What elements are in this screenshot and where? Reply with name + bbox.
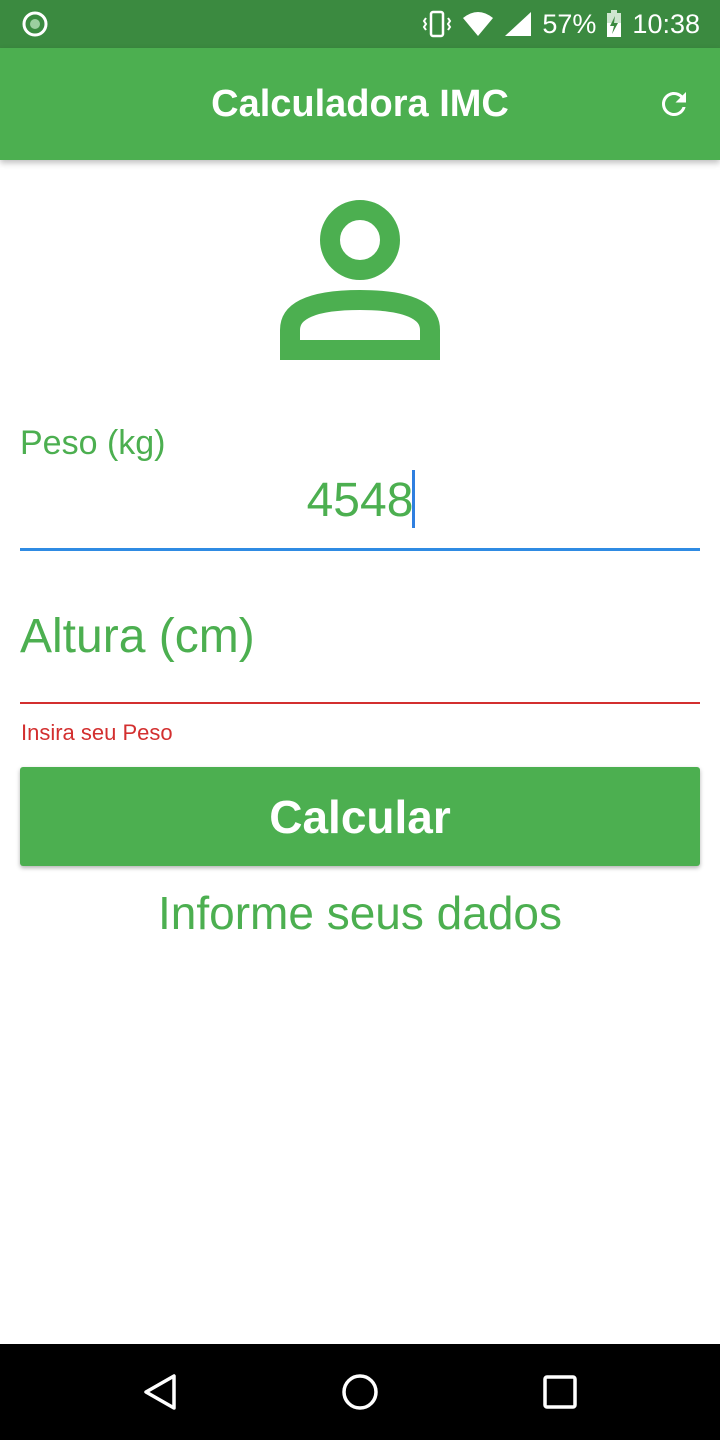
status-icons: 57% 10:38 (422, 0, 700, 48)
weight-label: Peso (kg) (20, 424, 166, 462)
wifi-icon (462, 11, 494, 37)
text-cursor (412, 470, 415, 528)
vibrate-icon (422, 10, 452, 38)
calculate-button[interactable]: Calcular (20, 767, 700, 866)
notification-icon (22, 11, 48, 37)
height-error-text: Insira seu Peso (21, 720, 173, 745)
system-navigation-bar (0, 1344, 720, 1440)
height-underline (20, 702, 700, 704)
app-title: Calculadora IMC (211, 82, 509, 125)
recents-icon[interactable] (540, 1372, 580, 1412)
weight-underline (20, 548, 700, 551)
status-bar: 57% 10:38 (0, 0, 720, 48)
refresh-icon (656, 86, 692, 122)
result-info-text: Informe seus dados (157, 887, 562, 939)
weight-input[interactable] (20, 462, 700, 538)
battery-percent: 57% (542, 8, 597, 39)
app-bar: Calculadora IMC (0, 48, 720, 160)
battery-icon (606, 10, 622, 38)
home-icon[interactable] (340, 1372, 380, 1412)
height-input[interactable] (20, 596, 700, 676)
clock: 10:38 (632, 8, 700, 39)
signal-icon (504, 11, 532, 37)
person-icon (280, 200, 440, 360)
back-icon[interactable] (140, 1372, 180, 1412)
refresh-button[interactable] (652, 82, 696, 126)
